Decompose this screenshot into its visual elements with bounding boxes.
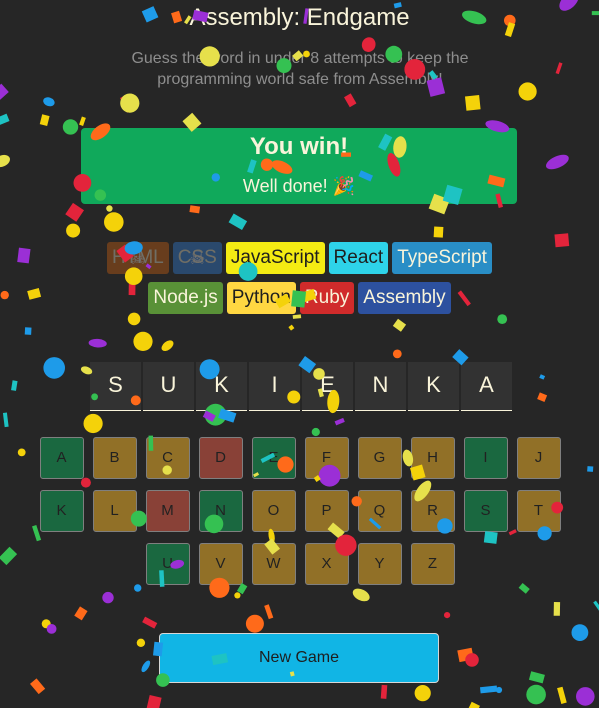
language-chip-label: Node.js	[153, 287, 218, 308]
game-status-banner: You win! Well done! 🎉	[81, 128, 517, 204]
key-s[interactable]: S	[463, 490, 508, 532]
game-app: Assembly: Endgame Guess the word in unde…	[0, 0, 599, 708]
language-chip-react: React	[328, 242, 389, 274]
key-w[interactable]: W	[251, 543, 296, 585]
key-j[interactable]: J	[516, 437, 561, 479]
key-f[interactable]: F	[304, 437, 349, 479]
language-chip-label: JavaScript	[230, 247, 320, 268]
key-l[interactable]: L	[92, 490, 137, 532]
keyboard-row: UVWXYZ	[36, 543, 564, 585]
language-chip-label: Python	[231, 287, 291, 308]
word-letter: I	[249, 362, 300, 411]
key-g[interactable]: G	[357, 437, 402, 479]
status-message: Well done! 🎉	[242, 176, 356, 196]
word-letter: S	[90, 362, 141, 411]
word-letter: K	[408, 362, 459, 411]
language-chips-row: HTML ☠ CSS ☠ JavaScript React TypeScript	[0, 242, 599, 274]
key-k[interactable]: K	[39, 490, 84, 532]
language-chips: HTML ☠ CSS ☠ JavaScript React TypeScript Node.…	[0, 242, 599, 322]
page-title: Assembly: Endgame	[189, 4, 410, 31]
language-chip-node-js: Node.js	[148, 282, 223, 314]
word-letter: E	[302, 362, 353, 411]
keyboard-row: KLMNOPQRST	[36, 490, 564, 532]
key-u[interactable]: U	[145, 543, 190, 585]
key-z[interactable]: Z	[410, 543, 455, 585]
key-t[interactable]: T	[516, 490, 561, 532]
language-chip-python: Python	[226, 282, 296, 314]
key-a[interactable]: A	[39, 437, 84, 479]
language-chip-label: Assembly	[363, 287, 446, 308]
key-b[interactable]: B	[92, 437, 137, 479]
page-subtitle: Guess the word in under 8 attempts to ke…	[131, 50, 469, 88]
language-chip-ruby: Ruby	[299, 282, 355, 314]
word-letter: U	[143, 362, 194, 411]
word-display: SUKIENKA	[90, 362, 512, 411]
word-letter: A	[461, 362, 512, 411]
key-v[interactable]: V	[198, 543, 243, 585]
key-r[interactable]: R	[410, 490, 455, 532]
key-i[interactable]: I	[463, 437, 508, 479]
language-chip-html: HTML ☠	[107, 242, 169, 274]
language-chip-javascript: JavaScript	[225, 242, 325, 274]
key-h[interactable]: H	[410, 437, 455, 479]
key-o[interactable]: O	[251, 490, 296, 532]
language-chip-typescript: TypeScript	[392, 242, 492, 274]
language-chip-label: TypeScript	[397, 247, 487, 268]
language-chip-css: CSS ☠	[172, 242, 222, 274]
key-e[interactable]: E	[251, 437, 296, 479]
key-m[interactable]: M	[145, 490, 190, 532]
skull-icon: ☠	[189, 248, 206, 268]
keyboard: ABCDEFGHIJ KLMNOPQRST UVWXYZ	[36, 437, 564, 596]
key-d[interactable]: D	[198, 437, 243, 479]
language-chip-label: Ruby	[304, 287, 350, 308]
word-letter: N	[355, 362, 406, 411]
word-letter: K	[196, 362, 247, 411]
key-c[interactable]: C	[145, 437, 190, 479]
language-chip-label: React	[333, 247, 384, 268]
language-chip-assembly: Assembly	[358, 282, 451, 314]
skull-icon: ☠	[129, 248, 146, 268]
key-x[interactable]: X	[304, 543, 349, 585]
key-y[interactable]: Y	[357, 543, 402, 585]
status-title: You win!	[249, 133, 349, 160]
key-q[interactable]: Q	[357, 490, 402, 532]
keyboard-row: ABCDEFGHIJ	[36, 437, 564, 479]
new-game-button[interactable]: New Game	[159, 633, 439, 683]
language-chips-row: Node.js Python Ruby Assembly	[0, 282, 599, 314]
key-n[interactable]: N	[198, 490, 243, 532]
key-p[interactable]: P	[304, 490, 349, 532]
